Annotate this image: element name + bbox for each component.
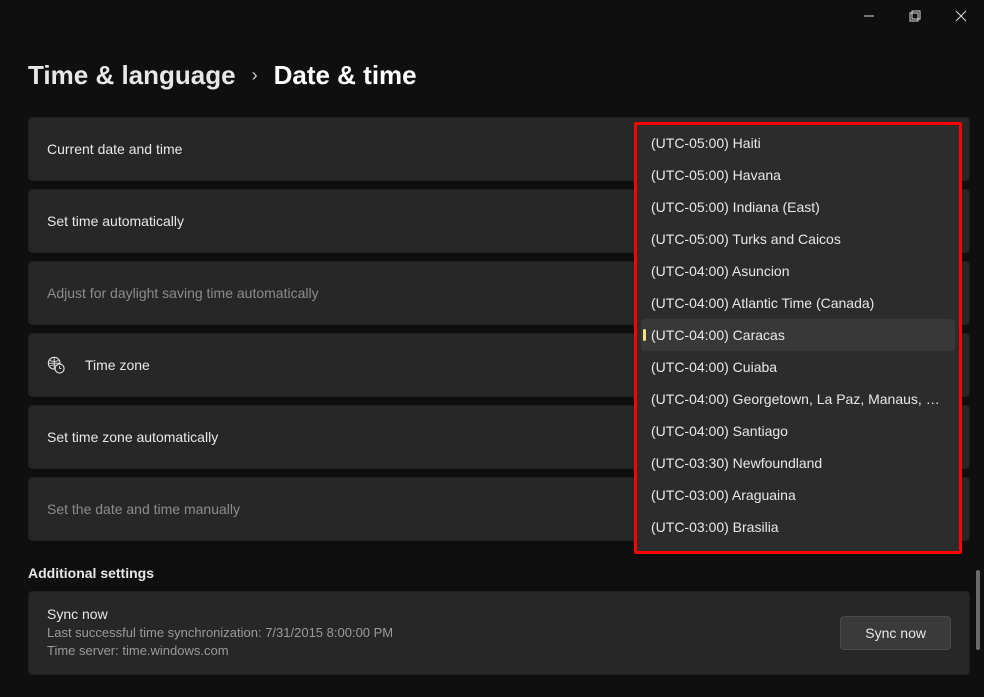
timezone-option[interactable]: (UTC-05:00) Indiana (East) (637, 191, 959, 223)
timezone-option[interactable]: (UTC-04:00) Georgetown, La Paz, Manaus, … (637, 383, 959, 415)
timezone-option[interactable]: (UTC-05:00) Havana (637, 159, 959, 191)
breadcrumb: Time & language › Date & time (28, 60, 970, 91)
timezone-option[interactable]: (UTC-04:00) Caracas (641, 319, 955, 351)
window-scrollbar[interactable] (974, 120, 982, 680)
minimize-button[interactable] (846, 0, 892, 32)
scrollbar-thumb[interactable] (976, 570, 980, 650)
sync-now-title: Sync now (47, 606, 840, 622)
timezone-option[interactable]: (UTC-05:00) Haiti (637, 127, 959, 159)
maximize-button[interactable] (892, 0, 938, 32)
timezone-option[interactable]: (UTC-04:00) Asuncion (637, 255, 959, 287)
timezone-dropdown-flyout[interactable]: (UTC-05:00) Haiti(UTC-05:00) Havana(UTC-… (634, 122, 962, 554)
timezone-option[interactable]: (UTC-04:00) Cuiaba (637, 351, 959, 383)
page-title: Date & time (274, 60, 417, 91)
timezone-option[interactable]: (UTC-03:00) Brasilia (637, 511, 959, 543)
close-icon (955, 10, 967, 22)
timezone-option[interactable]: (UTC-04:00) Santiago (637, 415, 959, 447)
sync-last-sync-text: Last successful time synchronization: 7/… (47, 624, 840, 642)
timezone-option[interactable]: (UTC-04:00) Atlantic Time (Canada) (637, 287, 959, 319)
chevron-right-icon: › (252, 65, 258, 86)
close-button[interactable] (938, 0, 984, 32)
sync-now-button[interactable]: Sync now (840, 616, 951, 650)
minimize-icon (863, 10, 875, 22)
globe-clock-icon (47, 356, 65, 374)
breadcrumb-parent[interactable]: Time & language (28, 60, 236, 91)
sync-server-text: Time server: time.windows.com (47, 642, 840, 660)
maximize-icon (909, 10, 921, 22)
timezone-option[interactable]: (UTC-05:00) Turks and Caicos (637, 223, 959, 255)
sync-now-card: Sync now Last successful time synchroniz… (28, 591, 970, 675)
timezone-option[interactable]: (UTC-03:30) Newfoundland (637, 447, 959, 479)
additional-settings-heading: Additional settings (28, 565, 970, 581)
timezone-option[interactable]: (UTC-03:00) Araguaina (637, 479, 959, 511)
